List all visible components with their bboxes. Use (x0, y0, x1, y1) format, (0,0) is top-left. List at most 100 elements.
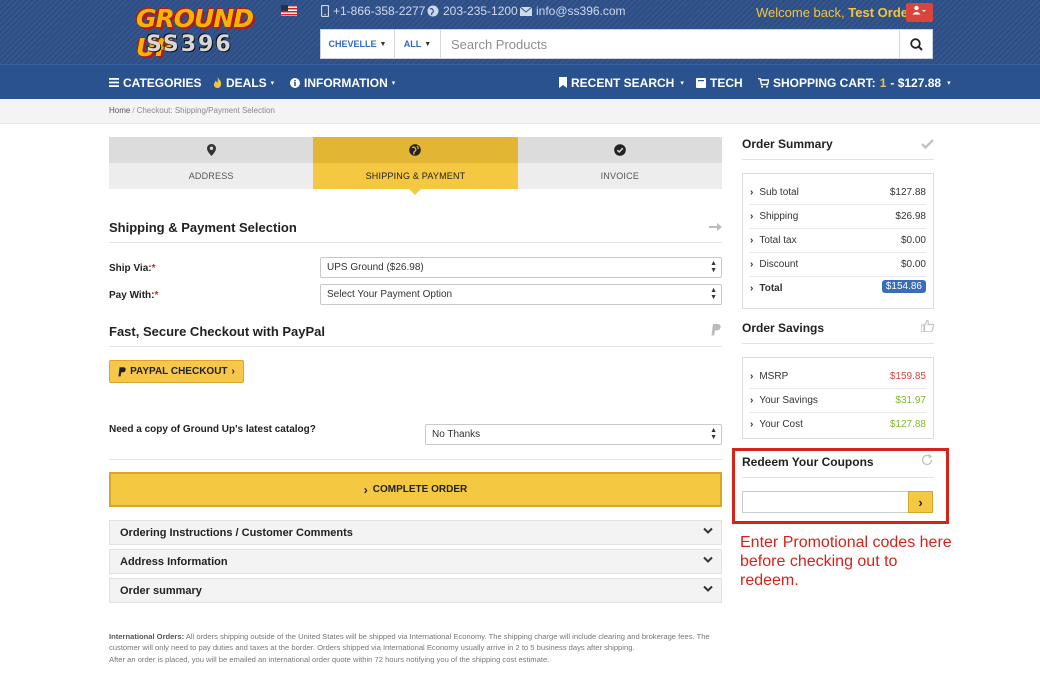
user-name[interactable]: Test Order (848, 5, 913, 20)
welcome-message: Welcome back, Test Order (756, 5, 913, 20)
chevron-down-icon (703, 585, 713, 592)
nav-categories[interactable]: CATEGORIES (109, 65, 201, 100)
savings-row-msrp: › MSRP $159.85 (750, 365, 926, 389)
nav-information[interactable]: INFORMATION ▾ (290, 65, 395, 100)
nav-recent-search[interactable]: RECENT SEARCH ▾ (559, 65, 684, 100)
caret-down-icon: ▼ (379, 40, 387, 48)
info-icon (290, 77, 300, 88)
welcome-prefix: Welcome back, (756, 5, 845, 20)
select-arrows-icon: ▲ ▼ (710, 260, 717, 274)
select-arrows-icon: ▲ ▼ (710, 287, 717, 301)
list-icon (109, 78, 119, 87)
step-address[interactable]: ADDRESS (109, 137, 314, 189)
chevron-right-icon: › (750, 283, 754, 294)
search-bar: CHEVELLE ▼ ALL ▼ (320, 29, 933, 59)
ship-via-select[interactable]: UPS Ground ($26.98) ▲ ▼ (320, 257, 722, 278)
accordion-title: Ordering Instructions / Customer Comment… (120, 527, 353, 539)
summary-row-tax: › Total tax $0.00 (750, 229, 926, 253)
select-arrows-icon: ▲ ▼ (710, 427, 717, 441)
arrow-right-icon (709, 223, 722, 231)
pay-with-select[interactable]: Select Your Payment Option ▲ ▼ (320, 284, 722, 305)
summary-row-total: › Total $154.86 (750, 277, 926, 301)
step-shipping-payment[interactable]: SHIPPING & PAYMENT (313, 137, 518, 195)
email-contact[interactable]: info@ss396.com (520, 4, 626, 18)
nav-recent-search-label: RECENT SEARCH (571, 75, 675, 90)
cart-label: SHOPPING CART: (773, 75, 876, 90)
paypal-section-title: Fast, Secure Checkout with PayPal (109, 324, 326, 339)
mobile-phone-icon (321, 5, 329, 17)
nav-deals[interactable]: DEALS ▾ (213, 65, 274, 100)
accordion-ordering-instructions[interactable]: Ordering Instructions / Customer Comment… (109, 520, 722, 545)
pay-with-value: Select Your Payment Option (327, 289, 453, 300)
complete-order-label: COMPLETE ORDER (372, 484, 468, 495)
logo-text-bottom: SS396 (146, 32, 233, 57)
breadcrumb-current: Checkout: Shipping/Payment Selection (136, 106, 275, 115)
search-button[interactable] (899, 30, 932, 58)
ship-via-label: Ship Via:* (109, 263, 156, 274)
map-marker-icon (206, 144, 216, 156)
complete-order-button[interactable]: › COMPLETE ORDER (109, 472, 722, 507)
check-circle-icon (614, 144, 626, 156)
nav-information-label: INFORMATION (304, 75, 388, 90)
nav-tech-label: TECH (710, 75, 743, 90)
chevron-down-icon (703, 556, 713, 563)
paypal-checkout-label: PAYPAL CHECKOUT (130, 366, 228, 377)
pay-with-label: Pay With:* (109, 290, 159, 301)
globe-icon (427, 5, 439, 17)
envelope-icon (520, 6, 532, 16)
scope-select-value: ALL (403, 39, 422, 49)
chevron-right-icon: › (231, 366, 235, 377)
summary-row-subtotal: › Sub total $127.88 (750, 181, 926, 205)
nav-categories-label: CATEGORIES (123, 75, 202, 90)
breadcrumb: Home / Checkout: Shipping/Payment Selectio… (109, 106, 275, 115)
ship-via-value: UPS Ground ($26.98) (327, 262, 424, 273)
nav-tech[interactable]: TECH (696, 65, 743, 100)
phone-contact-1[interactable]: +1-866-358-2277 (321, 4, 425, 18)
shipping-section-title: Shipping & Payment Selection (109, 220, 297, 235)
fire-icon (213, 77, 222, 88)
chevron-right-icon: › (750, 419, 754, 430)
search-icon (909, 37, 923, 51)
annotation-highlight-box (732, 448, 949, 524)
paypal-icon (118, 366, 126, 376)
chevron-right-icon: › (750, 259, 754, 270)
site-logo[interactable]: GROUND UP SS396 (136, 4, 256, 62)
international-text-2: After an order is placed, you will be em… (109, 654, 550, 664)
chevron-right-icon: › (750, 235, 754, 246)
check-icon (921, 139, 934, 149)
paypal-checkout-button[interactable]: PAYPAL CHECKOUT › (109, 360, 244, 383)
accordion-title: Address Information (120, 556, 228, 568)
scope-select[interactable]: ALL ▼ (395, 30, 441, 58)
chevron-right-icon: › (750, 187, 754, 198)
phone-contact-2[interactable]: 203-235-1200 (427, 4, 518, 18)
accordion-title: Order summary (120, 585, 202, 597)
caret-down-icon: ▾ (391, 79, 396, 87)
globe-icon (409, 144, 422, 156)
step-shipping-payment-label: SHIPPING & PAYMENT (365, 171, 466, 181)
checkout-steps: ADDRESS SHIPPING & PAYMENT INVOICE (109, 137, 722, 195)
phone-2-text: 203-235-1200 (443, 4, 518, 18)
thumbs-up-icon (921, 320, 934, 332)
accordion-address-information[interactable]: Address Information (109, 549, 722, 574)
caret-down-icon: ▾ (947, 79, 951, 87)
caret-down-icon: ▾ (270, 79, 275, 87)
breadcrumb-home[interactable]: Home (109, 106, 130, 115)
site-header: GROUND UP SS396 +1-866-358-2277 203-235-… (0, 0, 1040, 99)
vehicle-select[interactable]: CHEVELLE ▼ (321, 30, 395, 58)
cart-count: 1 (879, 75, 887, 90)
user-menu-button[interactable] (906, 3, 933, 22)
nav-deals-label: DEALS (226, 75, 267, 90)
vehicle-select-value: CHEVELLE (328, 39, 377, 49)
user-icon (912, 5, 926, 15)
chevron-down-icon (703, 527, 713, 534)
international-orders-note: International Orders: All orders shippin… (109, 631, 723, 665)
nav-shopping-cart[interactable]: SHOPPING CART: 1 - $127.88 ▾ (758, 65, 951, 100)
accordion-order-summary[interactable]: Order summary (109, 578, 722, 603)
catalog-select-value: No Thanks (432, 429, 481, 440)
us-flag-icon[interactable] (281, 5, 297, 16)
step-invoice[interactable]: INVOICE (517, 137, 722, 189)
catalog-select[interactable]: No Thanks ▲ ▼ (425, 424, 722, 445)
search-input[interactable] (441, 30, 899, 58)
caret-down-icon: ▾ (680, 79, 684, 87)
savings-row-your-cost: › Your Cost $127.88 (750, 419, 926, 430)
